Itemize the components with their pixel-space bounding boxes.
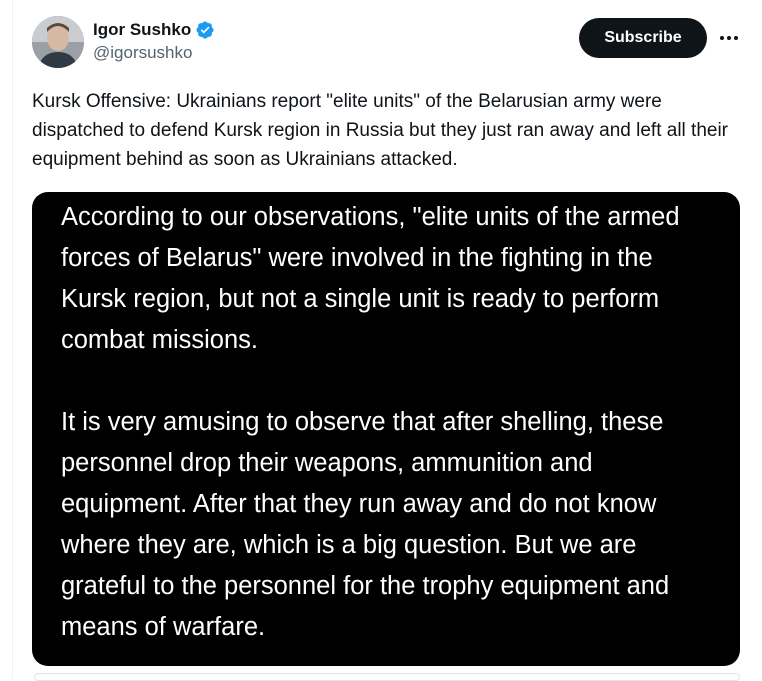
verified-badge-icon[interactable] bbox=[195, 20, 215, 40]
handle[interactable]: @igorsushko bbox=[93, 43, 215, 63]
media-paragraph-2: It is very amusing to observe that after… bbox=[61, 408, 670, 641]
media-image[interactable]: According to our observations, "elite un… bbox=[32, 192, 740, 666]
name-row: Igor Sushko bbox=[93, 18, 215, 42]
avatar[interactable] bbox=[32, 16, 84, 68]
display-name[interactable]: Igor Sushko bbox=[93, 20, 191, 40]
next-card-edge bbox=[34, 673, 740, 681]
avatar-photo bbox=[32, 16, 84, 68]
tweet-text: Kursk Offensive: Ukrainians report "elit… bbox=[32, 91, 729, 170]
author-info: Igor Sushko @igorsushko bbox=[93, 18, 215, 63]
media-paragraph-1: According to our observations, "elite un… bbox=[61, 203, 680, 354]
more-horizontal-icon[interactable] bbox=[714, 26, 744, 50]
subscribe-button[interactable]: Subscribe bbox=[579, 18, 707, 58]
